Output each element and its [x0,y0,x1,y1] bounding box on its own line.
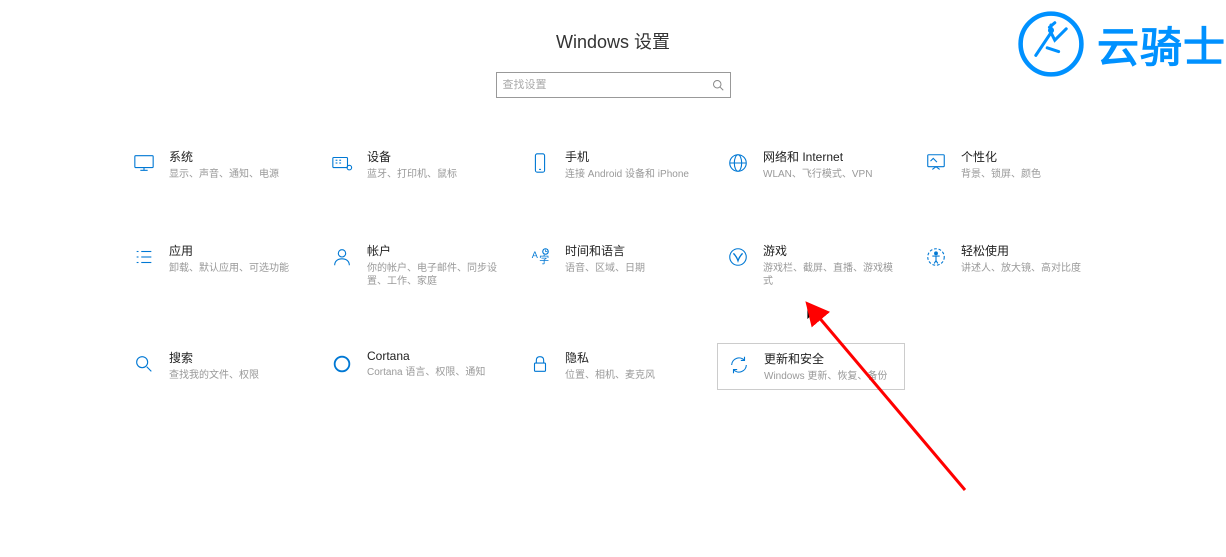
setting-desc: 显示、声音、通知、电源 [169,168,303,182]
watermark: 云骑士 [1013,6,1226,82]
settings-item-apps[interactable]: 应用 卸载、默认应用、可选功能 [123,236,311,295]
settings-item-devices[interactable]: 设备 蓝牙、打印机、鼠标 [321,142,509,188]
globe-icon [725,150,751,176]
setting-desc: 背景、锁屏、颜色 [961,168,1095,182]
setting-title: 应用 [169,242,303,259]
setting-title: 系统 [169,148,303,165]
setting-desc: 连接 Android 设备和 iPhone [565,168,699,182]
person-icon [329,244,355,270]
settings-item-easeofaccess[interactable]: 轻松使用 讲述人、放大镜、高对比度 [915,236,1103,295]
monitor-icon [131,150,157,176]
sync-icon [726,352,752,378]
setting-title: 隐私 [565,349,699,366]
search-icon [131,351,157,377]
lock-icon [527,351,553,377]
settings-item-gaming[interactable]: 游戏 游戏栏、截屏、直播、游戏模式 [717,236,905,295]
settings-item-system[interactable]: 系统 显示、声音、通知、电源 [123,142,311,188]
setting-title: Cortana [367,349,501,363]
brush-icon [923,150,949,176]
setting-desc: 蓝牙、打印机、鼠标 [367,168,501,182]
setting-desc: 位置、相机、麦克风 [565,369,699,383]
watermark-text: 云骑士 [1097,14,1226,75]
setting-title: 游戏 [763,242,897,259]
svg-text:A: A [532,249,539,259]
settings-grid: 系统 显示、声音、通知、电源 设备 蓝牙、打印机、鼠标 手机 连接 Androi… [123,142,1103,390]
accessibility-icon [923,244,949,270]
settings-item-privacy[interactable]: 隐私 位置、相机、麦克风 [519,343,707,391]
settings-item-network[interactable]: 网络和 Internet WLAN、飞行模式、VPN [717,142,905,188]
search-box[interactable] [496,72,731,98]
phone-icon [527,150,553,176]
settings-item-accounts[interactable]: 帐户 你的帐户、电子邮件、同步设置、工作、家庭 [321,236,509,295]
setting-title: 设备 [367,148,501,165]
search-icon [712,79,724,91]
keyboard-icon [329,150,355,176]
setting-desc: 语音、区域、日期 [565,262,699,276]
settings-item-update-security[interactable]: 更新和安全 Windows 更新、恢复、备份 [717,343,905,391]
list-icon [131,244,157,270]
setting-title: 帐户 [367,242,501,259]
setting-desc: 讲述人、放大镜、高对比度 [961,262,1095,276]
settings-item-cortana[interactable]: Cortana Cortana 语言、权限、通知 [321,343,509,391]
watermark-logo-icon [1013,6,1089,82]
setting-title: 时间和语言 [565,242,699,259]
setting-desc: 游戏栏、截屏、直播、游戏模式 [763,262,897,289]
setting-title: 轻松使用 [961,242,1095,259]
setting-title: 网络和 Internet [763,148,897,165]
setting-desc: 卸载、默认应用、可选功能 [169,262,303,276]
settings-item-search[interactable]: 搜索 查找我的文件、权限 [123,343,311,391]
settings-item-time-language[interactable]: A字 时间和语言 语音、区域、日期 [519,236,707,295]
setting-desc: 你的帐户、电子邮件、同步设置、工作、家庭 [367,262,501,289]
setting-desc: WLAN、飞行模式、VPN [763,168,897,182]
setting-desc: 查找我的文件、权限 [169,369,303,383]
settings-item-personalization[interactable]: 个性化 背景、锁屏、颜色 [915,142,1103,188]
settings-item-phone[interactable]: 手机 连接 Android 设备和 iPhone [519,142,707,188]
cortana-icon [329,351,355,377]
setting-desc: Windows 更新、恢复、备份 [764,370,896,384]
svg-text:字: 字 [539,253,549,266]
xbox-icon [725,244,751,270]
setting-title: 个性化 [961,148,1095,165]
search-input[interactable] [503,79,712,91]
setting-desc: Cortana 语言、权限、通知 [367,366,501,380]
language-icon: A字 [527,244,553,270]
setting-title: 更新和安全 [764,350,896,367]
setting-title: 手机 [565,148,699,165]
setting-title: 搜索 [169,349,303,366]
